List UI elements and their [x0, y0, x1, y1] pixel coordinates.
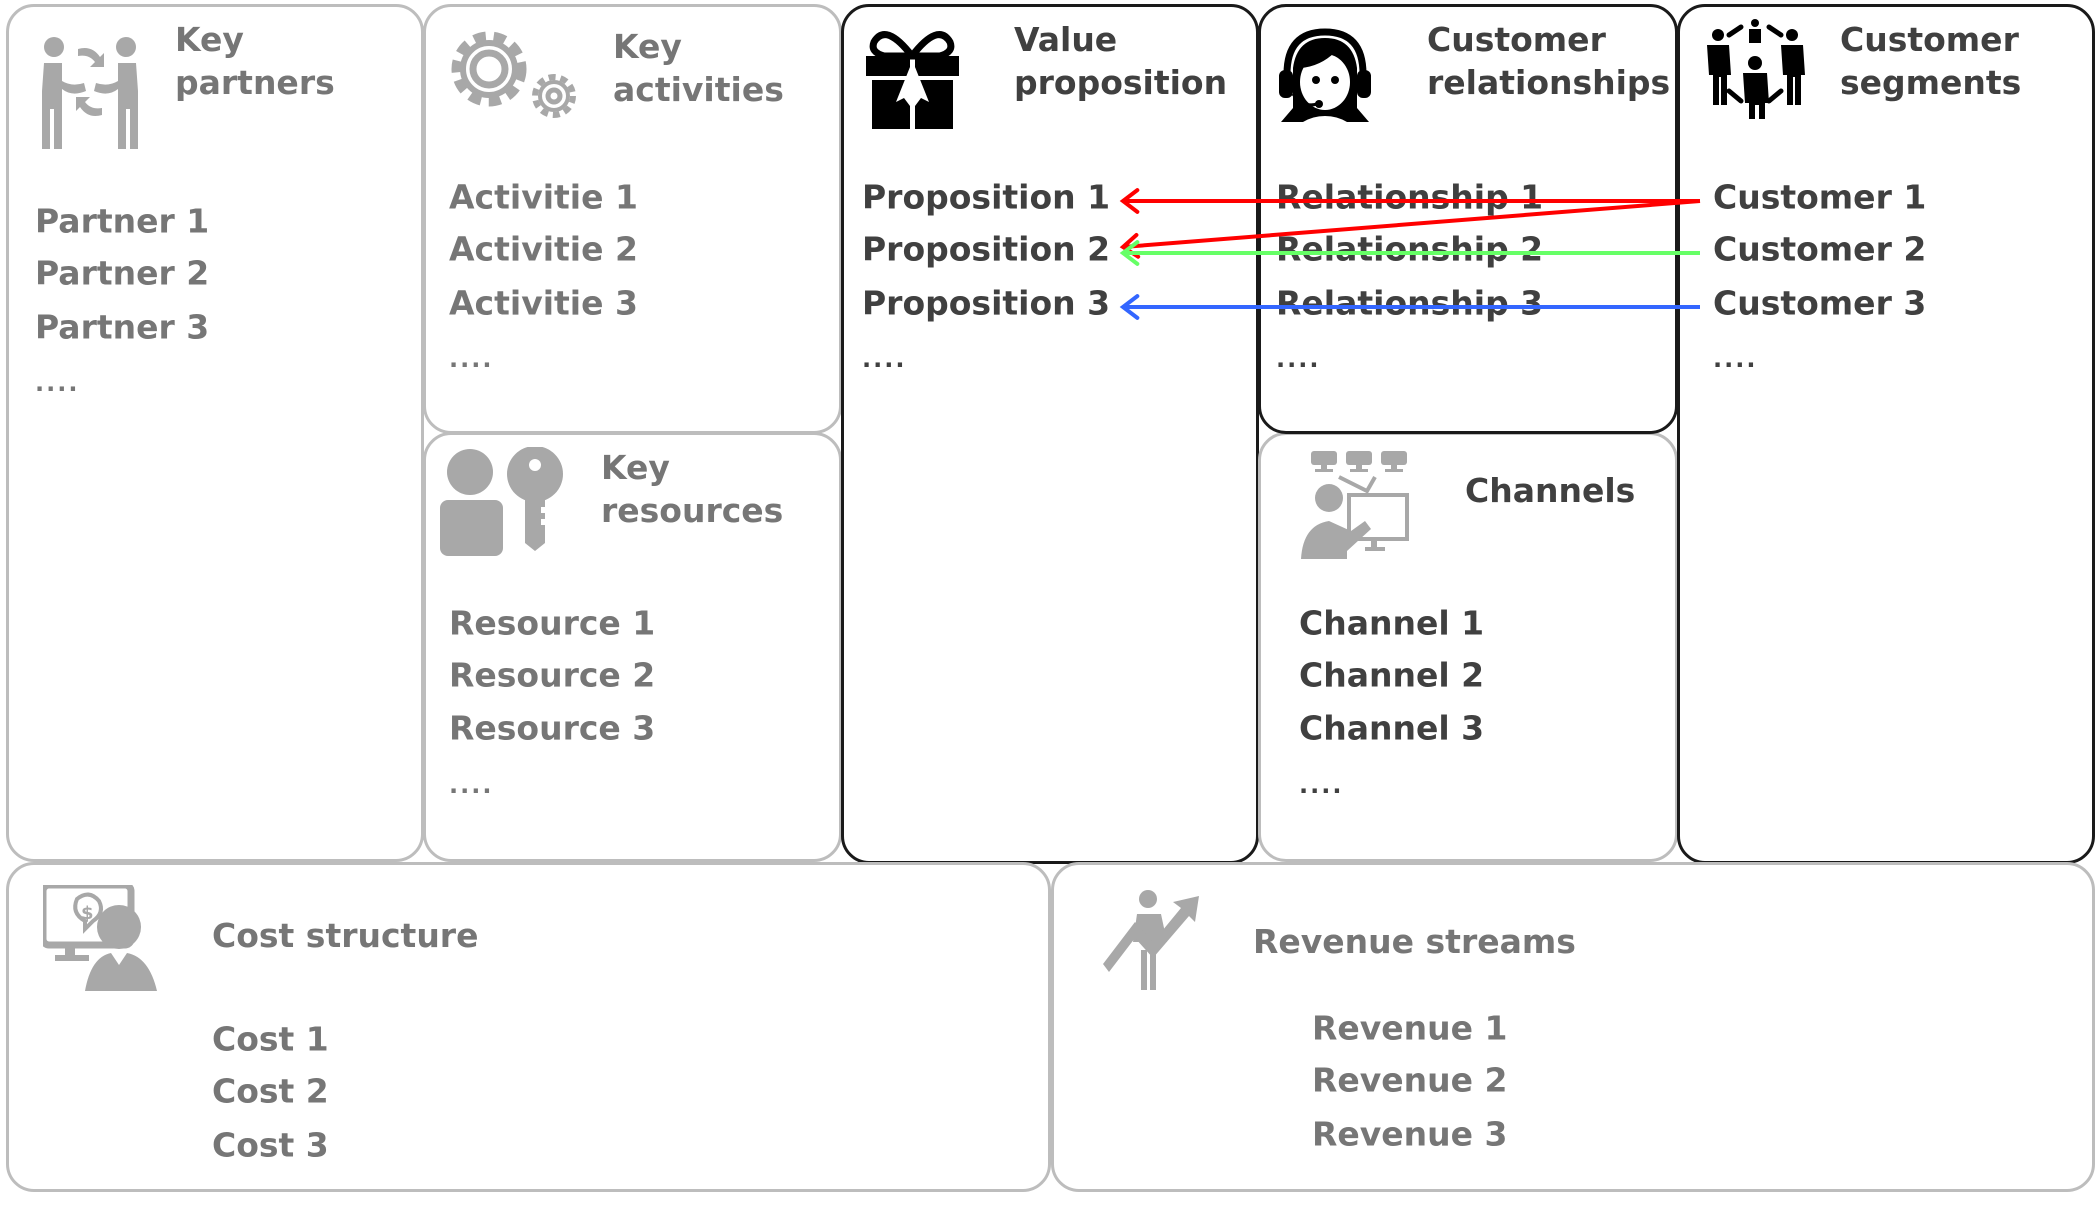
title-line: relationships: [1427, 63, 1671, 102]
list-item: Relationship 1: [1276, 177, 1544, 217]
handshake-partners-icon: [42, 37, 138, 149]
title-line: Cost structure: [212, 916, 479, 955]
list-item: Customer 1: [1713, 177, 1927, 217]
title-line: segments: [1840, 63, 2022, 102]
ellipsis-item: ....: [1713, 345, 1758, 373]
customer-segments-title: Customer segments: [1840, 18, 2021, 104]
customer-relationships-title: Customer relationships: [1427, 18, 1670, 104]
title-line: activities: [613, 70, 784, 109]
customer-segments-block: [1677, 4, 2095, 864]
list-item: Cost 1: [212, 1019, 329, 1059]
list-item: Activitie 2: [449, 229, 638, 269]
list-item: Activitie 1: [449, 177, 638, 217]
list-item: Revenue 3: [1312, 1114, 1508, 1154]
key-activities-title: Key activities: [613, 25, 784, 111]
list-item: Cost 2: [212, 1071, 329, 1111]
value-proposition-block: [841, 4, 1259, 864]
list-item: Customer 2: [1713, 229, 1927, 269]
title-line: Channels: [1465, 471, 1636, 510]
list-item: Revenue 2: [1312, 1060, 1508, 1100]
presenter-monitors-icon: [1301, 451, 1409, 559]
key-resources-title: Key resources: [601, 446, 783, 532]
gift-icon: [866, 31, 959, 129]
title-line: proposition: [1014, 63, 1228, 102]
people-group-icon: [1707, 19, 1805, 119]
cost-structure-block: [6, 862, 1051, 1192]
list-item: Relationship 3: [1276, 283, 1544, 323]
list-item: Proposition 2: [862, 229, 1111, 269]
cost-person-monitor-icon: $: [43, 885, 157, 991]
list-item: Proposition 3: [862, 283, 1111, 323]
list-item: Customer 3: [1713, 283, 1927, 323]
person-key-icon: [440, 447, 563, 556]
title-line: partners: [175, 63, 335, 102]
list-item: Resource 3: [449, 708, 656, 748]
svg-text:$: $: [81, 903, 94, 924]
title-line: Key: [601, 448, 670, 487]
headset-agent-icon: [1279, 28, 1371, 122]
list-item: Activitie 3: [449, 283, 638, 323]
growth-arrow-person-icon: [1103, 890, 1199, 990]
cost-structure-title: Cost structure: [212, 914, 478, 957]
list-item: Channel 3: [1299, 708, 1485, 748]
title-line: resources: [601, 491, 784, 530]
ellipsis-item: ....: [449, 345, 494, 373]
title-line: Customer: [1840, 20, 2019, 59]
ellipsis-item: ....: [1276, 345, 1321, 373]
ellipsis-item: ....: [449, 771, 494, 799]
list-item: Partner 3: [35, 307, 210, 347]
list-item: Partner 2: [35, 253, 210, 293]
title-line: Value: [1014, 20, 1118, 59]
list-item: Cost 3: [212, 1125, 329, 1165]
list-item: Partner 1: [35, 201, 210, 241]
ellipsis-item: ....: [1299, 771, 1344, 799]
list-item: Channel 2: [1299, 655, 1485, 695]
title-line: Customer: [1427, 20, 1606, 59]
list-item: Channel 1: [1299, 603, 1485, 643]
title-line: Key: [613, 27, 682, 66]
list-item: Revenue 1: [1312, 1008, 1508, 1048]
revenue-streams-block: [1051, 862, 2095, 1192]
ellipsis-item: ....: [862, 345, 907, 373]
revenue-streams-title: Revenue streams: [1253, 920, 1576, 963]
list-item: Relationship 2: [1276, 229, 1544, 269]
title-line: Revenue streams: [1253, 922, 1576, 961]
key-partners-title: Key partners: [175, 18, 335, 104]
list-item: Proposition 1: [862, 177, 1111, 217]
value-proposition-title: Value proposition: [1014, 18, 1227, 104]
title-line: Key: [175, 20, 244, 59]
ellipsis-item: ....: [35, 369, 80, 397]
list-item: Resource 2: [449, 655, 656, 695]
list-item: Resource 1: [449, 603, 656, 643]
gears-icon: [451, 31, 576, 118]
channels-title: Channels: [1465, 469, 1635, 512]
